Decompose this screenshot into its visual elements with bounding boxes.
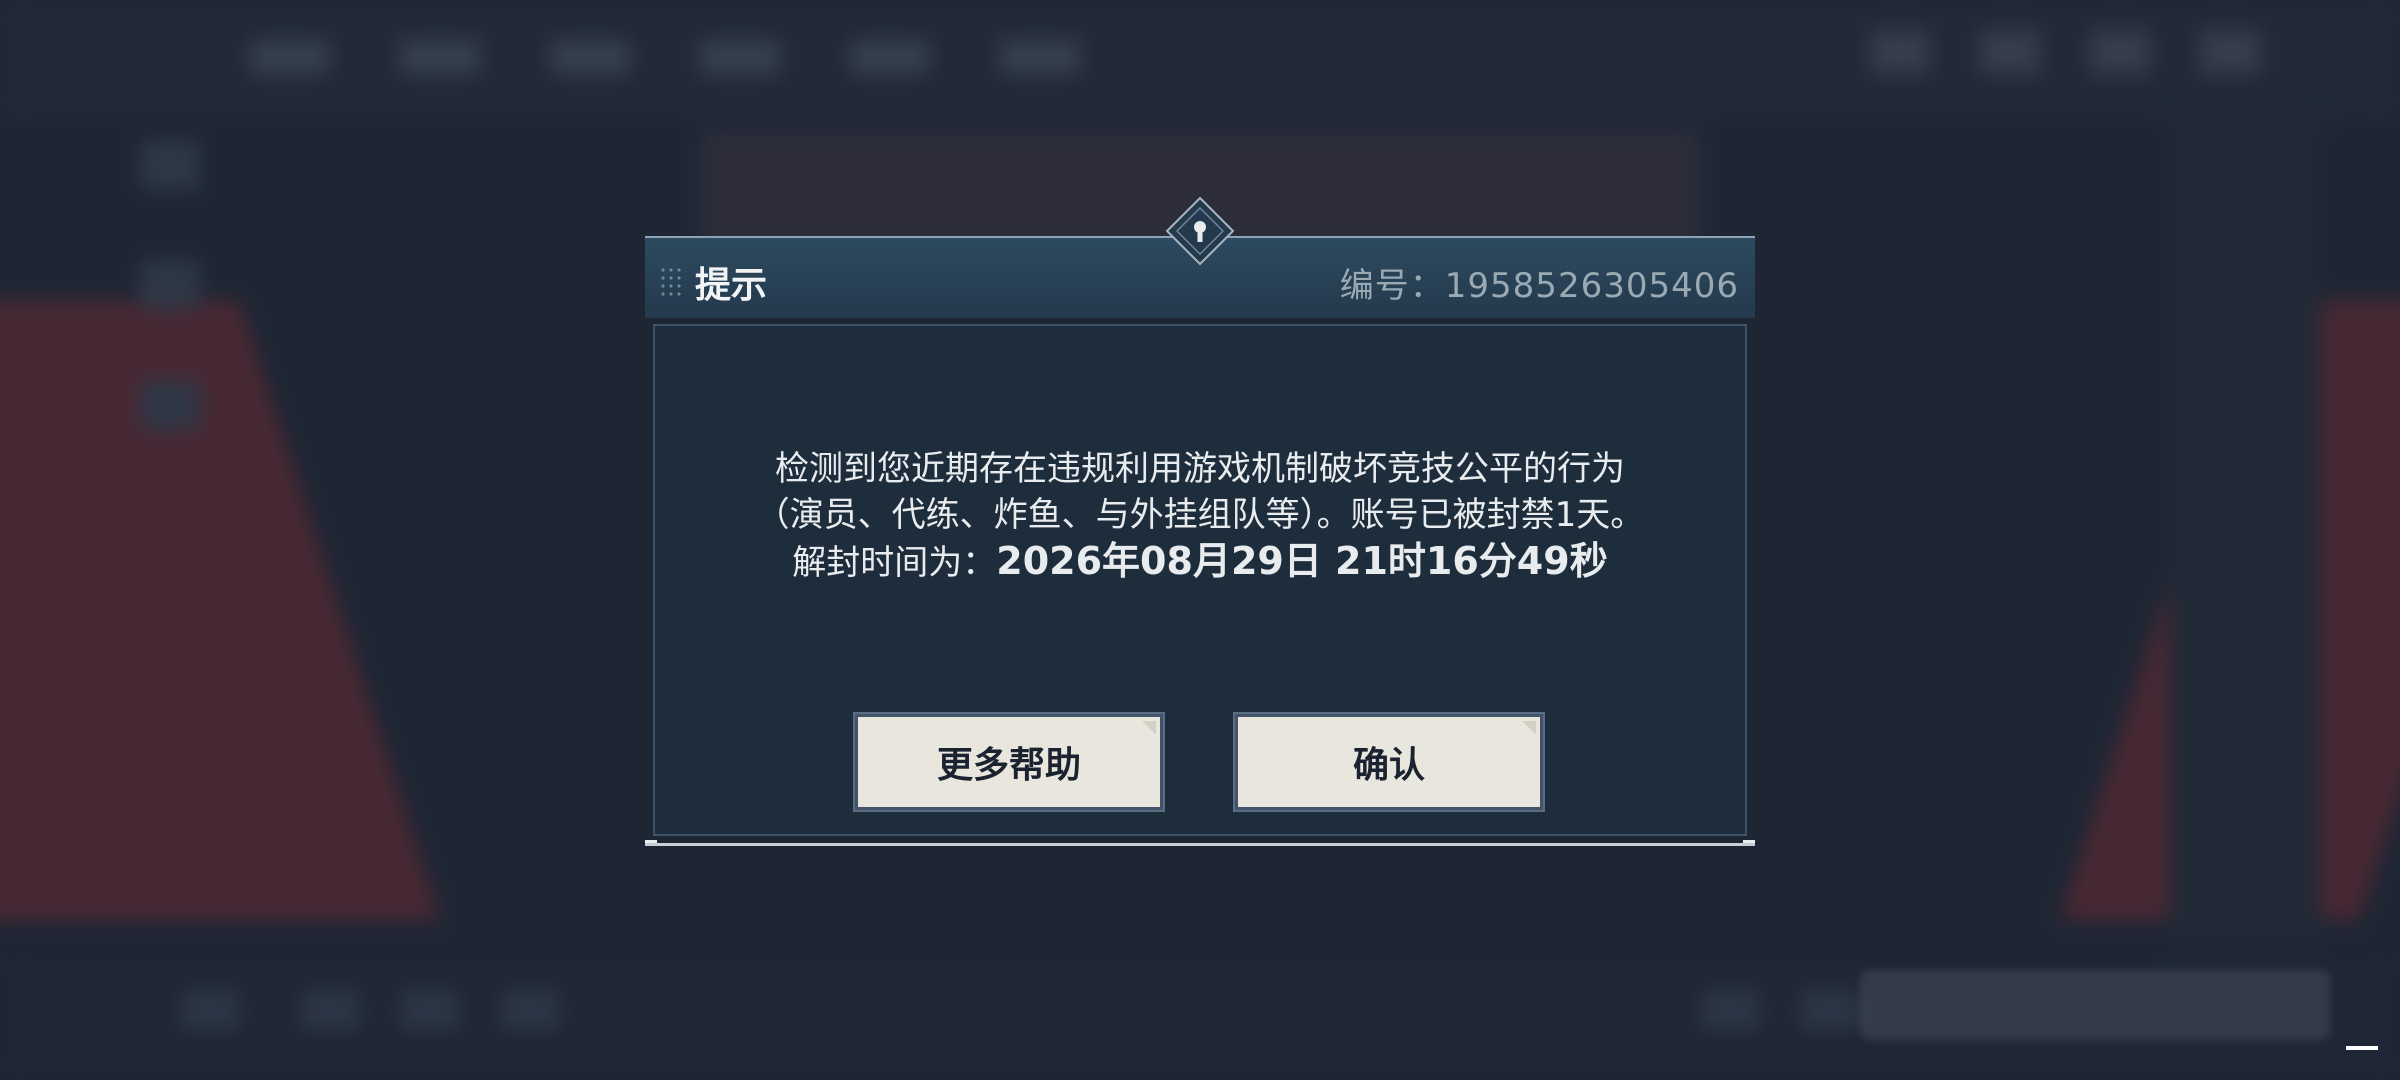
drag-grip-icon xyxy=(659,266,681,296)
notice-id-label: 编号： xyxy=(1339,266,1445,306)
bg-top-right-icons xyxy=(1870,30,2260,74)
watermark xyxy=(1860,970,2330,1040)
message-line-1: 检测到您近期存在违规利用游戏机制破坏竞技公平的行为 xyxy=(775,449,1625,489)
bg-nav-tabs xyxy=(250,40,1080,74)
game-screen: 提示 编号：1958526305406 检测到您近期存在违规利用游戏机制破坏竞技… xyxy=(0,0,2400,1080)
notice-id-value: 1958526305406 xyxy=(1444,266,1739,306)
notice-id: 编号：1958526305406 xyxy=(1340,258,1739,307)
unban-label: 解封时间为： xyxy=(792,543,997,583)
ban-message: 检测到您近期存在违规利用游戏机制破坏竞技公平的行为 （演员、代练、炸鱼、与外挂组… xyxy=(645,446,1755,586)
dialog-bottom-border xyxy=(645,840,1755,846)
message-line-2: （演员、代练、炸鱼、与外挂组队等）。账号已被封禁1天。 xyxy=(755,495,1645,535)
dialog-title: 提示 xyxy=(695,265,768,306)
ban-notice-dialog: 提示 编号：1958526305406 检测到您近期存在违规利用游戏机制破坏竞技… xyxy=(645,196,1755,846)
diamond-emblem-icon xyxy=(1165,196,1235,266)
message-line-3: 解封时间为：2026年08月29日 21时16分49秒 xyxy=(645,538,1755,586)
more-help-button[interactable]: 更多帮助 xyxy=(853,712,1165,812)
corner-dash xyxy=(2346,1046,2378,1050)
confirm-button[interactable]: 确认 xyxy=(1233,712,1545,812)
bg-right-column xyxy=(2170,120,2320,940)
bg-red-panel-left xyxy=(0,300,441,920)
bg-left-icons xyxy=(140,140,200,430)
unban-time: 2026年08月29日 21时16分49秒 xyxy=(996,539,1608,583)
